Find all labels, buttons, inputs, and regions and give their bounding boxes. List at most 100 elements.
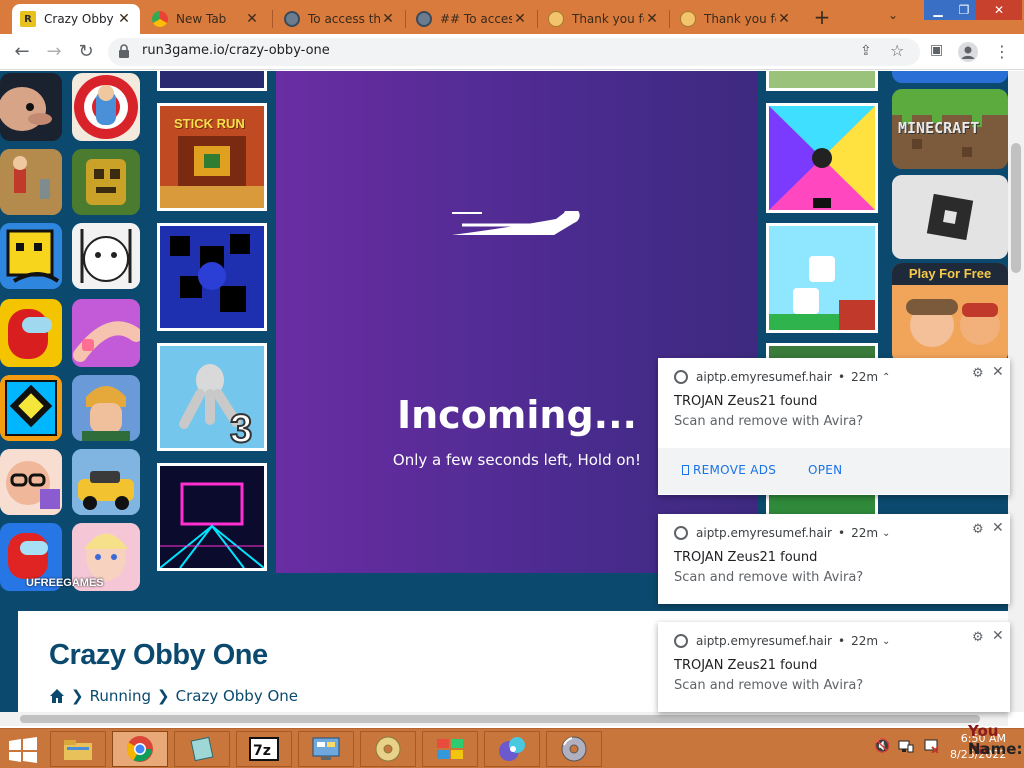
scrollbar-thumb[interactable] (20, 715, 980, 723)
game-tile[interactable] (72, 375, 140, 441)
close-icon[interactable]: ✕ (644, 11, 660, 27)
notification-card[interactable]: aiptp.emyresumef.hair • 22m ⌄ ⚙ ✕ TROJAN… (658, 622, 1010, 712)
close-icon[interactable]: ✕ (992, 364, 1004, 380)
game-thumbnail[interactable] (157, 463, 267, 571)
tab-thank-you-1[interactable]: Thank you fo ✕ (540, 4, 668, 34)
new-tab-button[interactable]: + (810, 6, 834, 30)
breadcrumb-running[interactable]: Running (90, 687, 151, 705)
notification-age: 22m (851, 526, 879, 540)
open-button[interactable]: OPEN (808, 463, 842, 477)
remove-ads-button[interactable]: REMOVE ADS (682, 463, 776, 477)
notification-card[interactable]: aiptp.emyresumef.hair • 22m ⌃ ⚙ ✕ TROJAN… (658, 358, 1010, 495)
vertical-scrollbar[interactable] (1008, 71, 1024, 712)
address-bar[interactable]: run3game.io/crazy-obby-one ⇪ ☆ (108, 38, 920, 66)
close-icon[interactable]: ✕ (512, 11, 528, 27)
minimize-button[interactable]: ▁ (924, 0, 952, 20)
chevron-right-icon: ❯ (71, 687, 84, 705)
close-icon[interactable]: ✕ (992, 628, 1004, 644)
globe-icon (416, 11, 432, 27)
ufree-label: UFREEGAMES (26, 577, 104, 589)
game-thumbnail[interactable] (157, 71, 267, 91)
breadcrumb-current: Crazy Obby One (175, 687, 299, 705)
game-thumbnail-run3[interactable]: 3 (157, 343, 267, 452)
tab-divider (669, 10, 670, 28)
reload-button[interactable]: ↻ (74, 40, 98, 64)
tab-title: ## To access (440, 12, 512, 26)
game-tile[interactable] (0, 449, 62, 515)
close-icon[interactable]: ✕ (244, 11, 260, 27)
back-button[interactable]: ← (10, 40, 34, 64)
game-thumbnail[interactable] (766, 71, 878, 91)
network-icon[interactable] (898, 739, 914, 757)
home-icon[interactable] (49, 688, 65, 704)
game-tile[interactable] (892, 71, 1008, 83)
game-tile[interactable] (72, 149, 140, 215)
source-domain: aiptp.emyresumef.hair (696, 634, 832, 648)
notification-source: aiptp.emyresumef.hair • 22m ⌄ (674, 634, 890, 648)
chevron-down-icon[interactable]: ⌄ (888, 8, 898, 22)
chevron-up-icon[interactable]: ⌃ (882, 372, 890, 383)
close-icon[interactable]: ✕ (992, 520, 1004, 536)
game-thumbnail[interactable] (157, 223, 267, 331)
windows-app-taskbar-icon[interactable] (422, 731, 478, 767)
game-tile[interactable] (0, 375, 62, 441)
tab-title: New Tab (176, 12, 227, 26)
maximize-button[interactable]: ❐ (950, 0, 978, 20)
game-tile[interactable] (72, 73, 140, 141)
chrome-taskbar-icon[interactable] (112, 731, 168, 767)
7zip-taskbar-icon[interactable]: 7z (236, 731, 292, 767)
windows-start-icon[interactable] (8, 737, 38, 763)
game-frame[interactable]: Incoming... Only a few seconds left, Hol… (276, 71, 758, 573)
game-tile[interactable] (72, 449, 140, 515)
horizontal-scrollbar[interactable] (0, 712, 1008, 726)
tab-new-tab[interactable]: New Tab ✕ (144, 4, 268, 34)
window-close-button[interactable]: ✕ (976, 0, 1022, 20)
dvd-taskbar-icon[interactable] (546, 731, 602, 767)
game-tile[interactable] (72, 299, 140, 367)
close-icon[interactable]: ✕ (116, 11, 132, 27)
game-tile[interactable] (0, 223, 62, 289)
roblox-tile[interactable] (892, 175, 1008, 259)
side-panel-icon[interactable]: ▣ (930, 42, 943, 58)
chevron-down-icon[interactable]: ⌄ (882, 528, 890, 539)
tab-crazy-obby[interactable]: R Crazy Obby ✕ (12, 4, 140, 34)
close-icon[interactable]: ✕ (776, 11, 792, 27)
app-taskbar-icon[interactable] (174, 731, 230, 767)
tab-to-access-2[interactable]: ## To access ✕ (408, 4, 536, 34)
volume-muted-icon[interactable]: 🔇 (874, 739, 890, 754)
game-tile[interactable] (0, 73, 62, 141)
tab-title: Crazy Obby (44, 12, 114, 26)
game-thumbnail-stick-run[interactable]: STICK RUN (157, 103, 267, 211)
scrollbar-thumb[interactable] (1011, 143, 1021, 273)
gear-icon[interactable]: ⚙ (972, 366, 984, 381)
gear-icon[interactable]: ⚙ (972, 522, 984, 537)
minecraft-tile[interactable]: MINECRAFT (892, 89, 1008, 169)
close-icon[interactable]: ✕ (380, 11, 396, 27)
notification-title: TROJAN Zeus21 found (674, 394, 818, 409)
bookmark-star-icon[interactable]: ☆ (890, 41, 904, 60)
file-explorer-taskbar-icon[interactable] (50, 731, 106, 767)
tab-to-access-1[interactable]: To access th ✕ (276, 4, 404, 34)
tab-thank-you-2[interactable]: Thank you fo ✕ (672, 4, 800, 34)
game-tile[interactable] (72, 223, 140, 289)
game-thumbnail[interactable] (766, 223, 878, 333)
profile-avatar-icon[interactable] (958, 42, 978, 66)
control-panel-taskbar-icon[interactable] (298, 731, 354, 767)
game-tile[interactable] (0, 299, 62, 367)
taskbar: 7z 🔇 6:50 AM 8/25/2022 (0, 728, 1024, 768)
game-tile[interactable] (0, 149, 62, 215)
tab-title: Thank you fo (572, 12, 644, 26)
notification-card[interactable]: aiptp.emyresumef.hair • 22m ⌄ ⚙ ✕ TROJAN… (658, 514, 1010, 604)
game-thumbnail[interactable] (766, 103, 878, 213)
media-taskbar-icon[interactable] (484, 731, 540, 767)
gear-icon[interactable]: ⚙ (972, 630, 984, 645)
share-icon[interactable]: ⇪ (860, 43, 872, 59)
forward-button[interactable]: → (42, 40, 66, 64)
disc-taskbar-icon[interactable] (360, 731, 416, 767)
tab-strip: R Crazy Obby ✕ New Tab ✕ To access th ✕ … (0, 0, 1024, 34)
chevron-down-icon[interactable]: ⌄ (882, 636, 890, 647)
right-app-tiles: MINECRAFT Play For Free (890, 71, 1008, 371)
action-center-icon[interactable] (924, 739, 940, 757)
more-menu-icon[interactable]: ⋮ (994, 42, 1010, 61)
play-for-free-tile[interactable]: Play For Free (892, 263, 1008, 363)
